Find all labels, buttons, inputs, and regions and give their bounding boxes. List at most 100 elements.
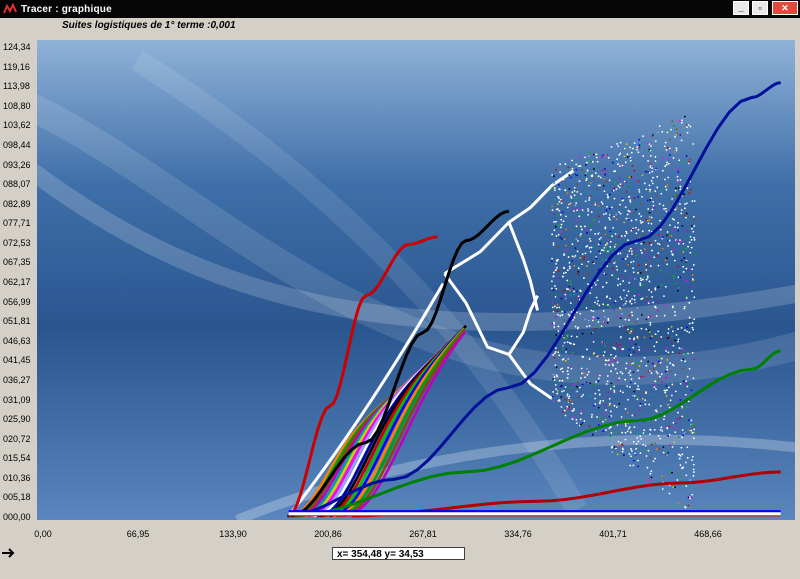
data-point [624,270,627,273]
data-point [594,392,597,395]
data-point [594,397,596,400]
data-point [651,167,654,170]
close-button[interactable]: ✕ [772,1,798,15]
data-point [563,323,566,325]
data-point [645,188,648,191]
data-point [591,433,594,436]
data-point [606,345,609,347]
data-point [654,380,657,383]
data-point [611,363,614,366]
data-point [670,342,673,345]
data-point [610,353,612,356]
data-point [658,448,661,450]
data-point [618,154,621,156]
data-point [576,327,579,330]
data-point [575,374,578,377]
data-point [617,440,620,443]
data-point [604,363,607,366]
data-point [564,399,567,401]
data-point [638,409,641,412]
data-point [693,318,696,321]
data-point [658,125,661,127]
data-point [677,221,679,224]
data-point [665,163,668,166]
data-point [666,358,669,361]
data-point [677,276,680,279]
data-point [655,315,658,317]
arrow-right-icon[interactable] [2,547,16,559]
data-point [636,180,639,183]
data-point [638,293,640,296]
data-point [652,176,654,179]
data-point [692,215,695,218]
chart-svg [37,50,795,520]
data-point [677,289,679,292]
y-tick-label: 098,44 [3,139,31,150]
minimize-button[interactable]: _ [733,1,749,15]
data-point [589,394,592,397]
data-point [562,220,565,223]
data-point [683,193,686,196]
minimize-icon: _ [738,2,744,13]
data-point [615,188,618,191]
data-point [660,357,663,360]
data-point [679,464,682,467]
data-point [679,134,682,136]
data-point [671,330,674,333]
data-point [636,436,639,439]
data-point [606,321,609,324]
data-point [570,378,573,381]
data-point [688,419,690,422]
data-point [652,200,654,203]
data-point [637,228,640,231]
data-point [561,390,563,393]
data-point [569,280,572,283]
data-point [575,238,578,241]
data-point [689,188,692,191]
data-point [656,131,659,134]
data-point [587,260,590,263]
data-point [630,327,633,330]
data-point [609,297,611,300]
data-point [624,318,627,321]
data-point [657,233,660,236]
data-point [602,154,605,157]
data-point [642,443,644,446]
data-point [561,367,564,370]
maximize-button[interactable]: ▫ [752,1,768,15]
data-point [654,140,657,143]
data-point [557,246,560,248]
data-point [669,399,672,402]
data-point [624,378,627,381]
y-tick-label: 072,53 [3,237,31,248]
data-point [552,373,555,376]
data-point [602,430,605,433]
data-point [569,289,572,292]
data-point [568,397,570,400]
data-point [586,228,588,231]
data-point [566,353,568,356]
y-tick-label: 082,89 [3,198,31,209]
data-point [631,253,633,255]
data-point [652,460,655,463]
data-point [558,306,561,309]
data-point [666,184,669,186]
data-point [643,391,645,394]
data-point [671,383,674,386]
data-point [679,178,682,181]
data-point [551,287,553,290]
data-point [619,183,622,186]
data-point [658,356,661,358]
data-point [691,459,693,462]
data-point [599,252,602,255]
plot-area[interactable] [37,40,795,520]
data-point [648,280,651,283]
data-point [680,259,683,262]
data-point [646,199,649,202]
data-point [565,244,567,247]
data-point [583,277,585,279]
data-point [616,444,619,447]
data-point [650,222,653,225]
data-point [640,438,643,440]
data-point [682,250,685,253]
